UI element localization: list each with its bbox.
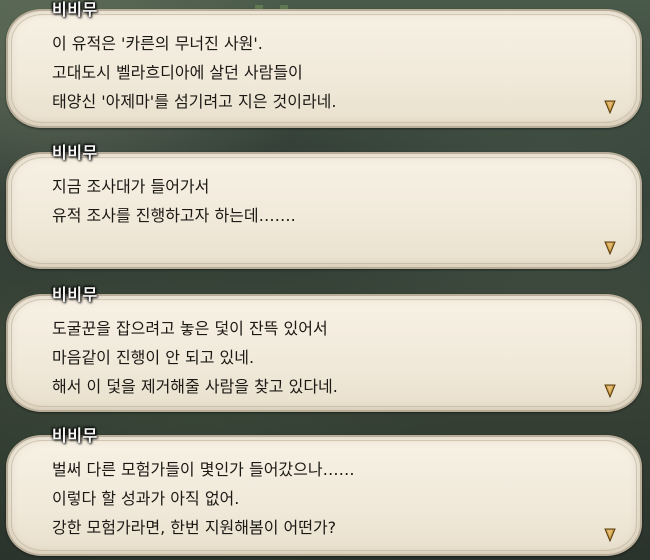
dialog-line: 고대도시 벨라흐디아에 살던 사람들이 (52, 63, 303, 82)
dialog-text: 도굴꾼을 잡으려고 놓은 덫이 잔뜩 있어서 마음같이 진행이 안 되고 있네.… (52, 314, 600, 401)
dialog-line: 강한 모험가라면, 한번 지원해봄이 어떤가? (52, 518, 337, 537)
continue-arrow-icon[interactable] (604, 384, 616, 398)
dialog-bubble[interactable]: 도굴꾼을 잡으려고 놓은 덫이 잔뜩 있어서 마음같이 진행이 안 되고 있네.… (6, 294, 642, 412)
dialog-box-4[interactable]: 비비무 벌써 다른 모험가들이 몇인가 들어갔으나…… 이렇다 할 성과가 아직… (6, 422, 642, 560)
dialog-line: 지금 조사대가 들어가서 (52, 177, 210, 196)
dialog-text: 지금 조사대가 들어가서 유적 조사를 진행하고자 하는데……. (52, 172, 600, 230)
dialog-line: 벌써 다른 모험가들이 몇인가 들어갔으나…… (52, 460, 355, 479)
dialog-line: 태양신 '아제마'를 섬기려고 지은 것이라네. (52, 92, 337, 111)
dialog-bubble[interactable]: 지금 조사대가 들어가서 유적 조사를 진행하고자 하는데……. (6, 152, 642, 269)
speaker-name: 비비무 (52, 143, 98, 162)
continue-arrow-icon[interactable] (604, 528, 616, 542)
continue-arrow-icon[interactable] (604, 100, 616, 114)
dialog-line: 해서 이 덫을 제거해줄 사람을 찾고 있다네. (52, 377, 338, 396)
dialog-bubble[interactable]: 벌써 다른 모험가들이 몇인가 들어갔으나…… 이렇다 할 성과가 아직 없어.… (6, 435, 642, 556)
dialog-line: 이렇다 할 성과가 아직 없어. (52, 489, 240, 508)
dialog-text: 이 유적은 '카른의 무너진 사원'. 고대도시 벨라흐디아에 살던 사람들이 … (52, 29, 600, 116)
dialog-text: 벌써 다른 모험가들이 몇인가 들어갔으나…… 이렇다 할 성과가 아직 없어.… (52, 455, 600, 542)
continue-arrow-icon[interactable] (604, 241, 616, 255)
dialog-box-1[interactable]: 비비무 이 유적은 '카른의 무너진 사원'. 고대도시 벨라흐디아에 살던 사… (6, 0, 642, 140)
dialog-line: 도굴꾼을 잡으려고 놓은 덫이 잔뜩 있어서 (52, 319, 328, 338)
dialog-line: 이 유적은 '카른의 무너진 사원'. (52, 34, 263, 53)
dialog-line: 유적 조사를 진행하고자 하는데……. (52, 206, 296, 225)
speaker-name: 비비무 (52, 285, 98, 304)
speaker-name: 비비무 (52, 0, 98, 19)
speaker-name: 비비무 (52, 426, 98, 445)
dialog-line: 마음같이 진행이 안 되고 있네. (52, 348, 255, 367)
dialog-box-2[interactable]: 비비무 지금 조사대가 들어가서 유적 조사를 진행하고자 하는데……. (6, 139, 642, 280)
dialog-box-3[interactable]: 비비무 도굴꾼을 잡으려고 놓은 덫이 잔뜩 있어서 마음같이 진행이 안 되고… (6, 281, 642, 421)
dialog-bubble[interactable]: 이 유적은 '카른의 무너진 사원'. 고대도시 벨라흐디아에 살던 사람들이 … (6, 9, 642, 128)
